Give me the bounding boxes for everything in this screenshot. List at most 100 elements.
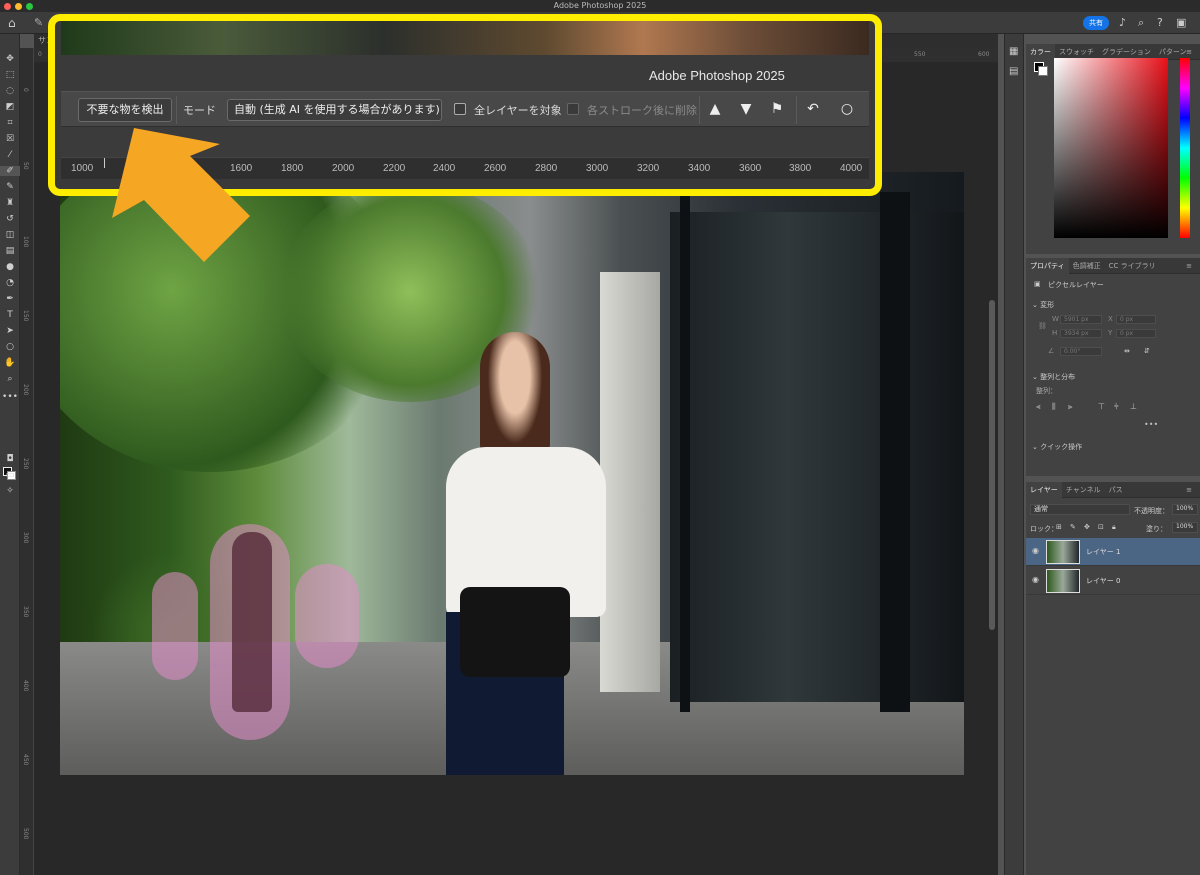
- gradient-tool-icon[interactable]: ▤: [0, 246, 20, 256]
- layer-row[interactable]: ◉ レイヤー 1: [1026, 538, 1200, 566]
- more-tools-icon[interactable]: •••: [0, 392, 20, 402]
- more-options-icon[interactable]: •••: [1144, 420, 1158, 429]
- hue-slider[interactable]: [1180, 58, 1190, 238]
- frame-tool-icon[interactable]: ☒: [0, 134, 20, 144]
- width-field[interactable]: 5901 px: [1060, 315, 1102, 324]
- generate-image-icon[interactable]: ✧: [0, 486, 20, 496]
- path-select-tool-icon[interactable]: ➤: [0, 326, 20, 336]
- flip-vertical-icon[interactable]: ⇵: [1144, 347, 1150, 355]
- clone-stamp-tool-icon[interactable]: ♜: [0, 198, 20, 208]
- remove-tool-icon[interactable]: ✐: [0, 166, 20, 176]
- tab-properties[interactable]: プロパティ: [1026, 258, 1069, 274]
- tab-layers[interactable]: レイヤー: [1026, 482, 1062, 498]
- type-tool-icon[interactable]: T: [0, 310, 20, 320]
- height-field[interactable]: 3934 px: [1060, 329, 1102, 338]
- blend-mode-select[interactable]: 通常: [1030, 504, 1130, 515]
- report-flag-icon[interactable]: ⚑: [766, 98, 788, 120]
- blur-tool-icon[interactable]: ●: [0, 262, 20, 272]
- help-icon[interactable]: ?: [1157, 16, 1163, 29]
- distraction-mask[interactable]: [295, 564, 359, 668]
- ruler-label: 50: [22, 162, 29, 170]
- remove-after-stroke-label[interactable]: 各ストローク後に削除: [587, 102, 697, 118]
- tab-channels[interactable]: チャンネル: [1062, 482, 1105, 498]
- ruler-label: 2200: [383, 163, 406, 174]
- remove-tool-options-bar: 不要な物を検出 モード 自動 (生成 AI を使用する場合があります) ⌄ 全レ…: [61, 91, 869, 127]
- tab-color[interactable]: カラー: [1026, 44, 1055, 60]
- all-layers-checkbox[interactable]: [454, 103, 466, 115]
- lasso-tool-icon[interactable]: ◌: [0, 86, 20, 96]
- panel-menu-icon[interactable]: ≡: [1182, 482, 1196, 498]
- align-top-icon[interactable]: ⊤: [1098, 402, 1105, 411]
- quick-actions-title[interactable]: ⌄ クイック操作: [1032, 442, 1082, 452]
- home-icon[interactable]: ⌂: [8, 16, 16, 30]
- white-building: [600, 272, 660, 692]
- thumbs-down-icon[interactable]: ▼: [735, 98, 757, 120]
- link-icon[interactable]: ⛓: [1038, 322, 1047, 330]
- panel-menu-icon[interactable]: ≡: [1182, 258, 1196, 274]
- lock-artboard-icon[interactable]: ⊡: [1098, 523, 1104, 531]
- crop-tool-icon[interactable]: ⌗: [0, 118, 20, 128]
- x-field[interactable]: 0 px: [1116, 315, 1156, 324]
- brush-tool-icon[interactable]: ✎: [0, 182, 20, 192]
- align-middle-icon[interactable]: ⫩: [1114, 402, 1119, 412]
- canvas-vertical-scrollbar[interactable]: [989, 300, 995, 630]
- panel-icon-rail: ▦ ▤: [1004, 34, 1024, 875]
- fill-field[interactable]: 100%: [1172, 522, 1198, 533]
- object-select-tool-icon[interactable]: ◩: [0, 102, 20, 112]
- layer-row[interactable]: ◉ レイヤー 0: [1026, 567, 1200, 595]
- align-right-icon[interactable]: ⫸: [1068, 402, 1073, 412]
- marquee-tool-icon[interactable]: ⬚: [0, 70, 20, 80]
- lock-pixels-icon[interactable]: ✎: [1070, 523, 1076, 531]
- angle-field[interactable]: 0.00°: [1060, 347, 1102, 356]
- distraction-mask[interactable]: [152, 572, 198, 680]
- notification-bell-icon[interactable]: ♪: [1119, 16, 1126, 29]
- visibility-eye-icon[interactable]: ◉: [1032, 575, 1039, 584]
- tab-adjustments[interactable]: 色調補正: [1069, 258, 1105, 274]
- dodge-tool-icon[interactable]: ◔: [0, 278, 20, 288]
- transform-section-title[interactable]: ⌄ 変形: [1032, 300, 1054, 310]
- quick-mask-icon[interactable]: ◘: [0, 454, 20, 464]
- search-icon[interactable]: ⌕: [1138, 16, 1144, 30]
- workspace-icon[interactable]: ▣: [1176, 16, 1186, 29]
- layer-thumbnail: [1046, 569, 1080, 593]
- flip-horizontal-icon[interactable]: ⇹: [1124, 347, 1130, 355]
- align-center-icon[interactable]: ⫼: [1052, 402, 1056, 412]
- lock-transparency-icon[interactable]: ⊞: [1056, 523, 1062, 531]
- hand-tool-icon[interactable]: ✋: [0, 358, 20, 368]
- undo-icon[interactable]: ↶: [802, 98, 824, 120]
- y-field[interactable]: 0 px: [1116, 329, 1156, 338]
- detect-distractions-button[interactable]: 不要な物を検出: [78, 98, 172, 122]
- align-left-icon[interactable]: ⫷: [1036, 402, 1041, 412]
- opacity-field[interactable]: 100%: [1172, 504, 1198, 515]
- share-button[interactable]: 共有: [1083, 16, 1109, 30]
- history-icon[interactable]: ▦: [1009, 46, 1018, 57]
- align-section-title[interactable]: ⌄ 整列と分布: [1032, 372, 1075, 382]
- lock-position-icon[interactable]: ✥: [1084, 523, 1090, 531]
- color-picker-field[interactable]: [1054, 58, 1168, 238]
- confirm-circle-icon[interactable]: ○: [836, 98, 858, 120]
- ruler-label: 550: [914, 51, 926, 58]
- zoom-tool-icon[interactable]: ⌕: [0, 374, 20, 384]
- align-bottom-icon[interactable]: ⊥: [1130, 402, 1137, 411]
- tab-cc-libraries[interactable]: CC ライブラリ: [1105, 258, 1160, 274]
- remove-after-stroke-checkbox[interactable]: [567, 103, 579, 115]
- comments-icon[interactable]: ▤: [1009, 66, 1018, 77]
- move-tool-icon[interactable]: ✥: [0, 54, 20, 64]
- tools-panel: ✥ ⬚ ◌ ◩ ⌗ ☒ ⁄ ✐ ✎ ♜ ↺ ◫ ▤ ● ◔ ✒ T ➤ ○ ✋ …: [0, 34, 20, 875]
- eraser-tool-icon[interactable]: ◫: [0, 230, 20, 240]
- ruler-label: 2000: [332, 163, 355, 174]
- visibility-eye-icon[interactable]: ◉: [1032, 546, 1039, 555]
- shape-tool-icon[interactable]: ○: [0, 342, 20, 352]
- background-color-swatch[interactable]: [1038, 66, 1048, 76]
- thumbs-up-icon[interactable]: ▲: [704, 98, 726, 120]
- lock-all-icon[interactable]: 🔒︎: [1112, 523, 1116, 532]
- mode-select[interactable]: 自動 (生成 AI を使用する場合があります) ⌄: [227, 99, 442, 121]
- x-label: X: [1108, 315, 1113, 323]
- tab-paths[interactable]: パス: [1105, 482, 1127, 498]
- screen-mode-icon[interactable]: ▭: [0, 470, 20, 480]
- eyedropper-tool-icon[interactable]: ⁄: [0, 150, 20, 160]
- pen-tool-icon[interactable]: ✒: [0, 294, 20, 304]
- quick-actions-label: クイック操作: [1040, 443, 1083, 451]
- all-layers-label[interactable]: 全レイヤーを対象: [474, 102, 562, 118]
- history-brush-tool-icon[interactable]: ↺: [0, 214, 20, 224]
